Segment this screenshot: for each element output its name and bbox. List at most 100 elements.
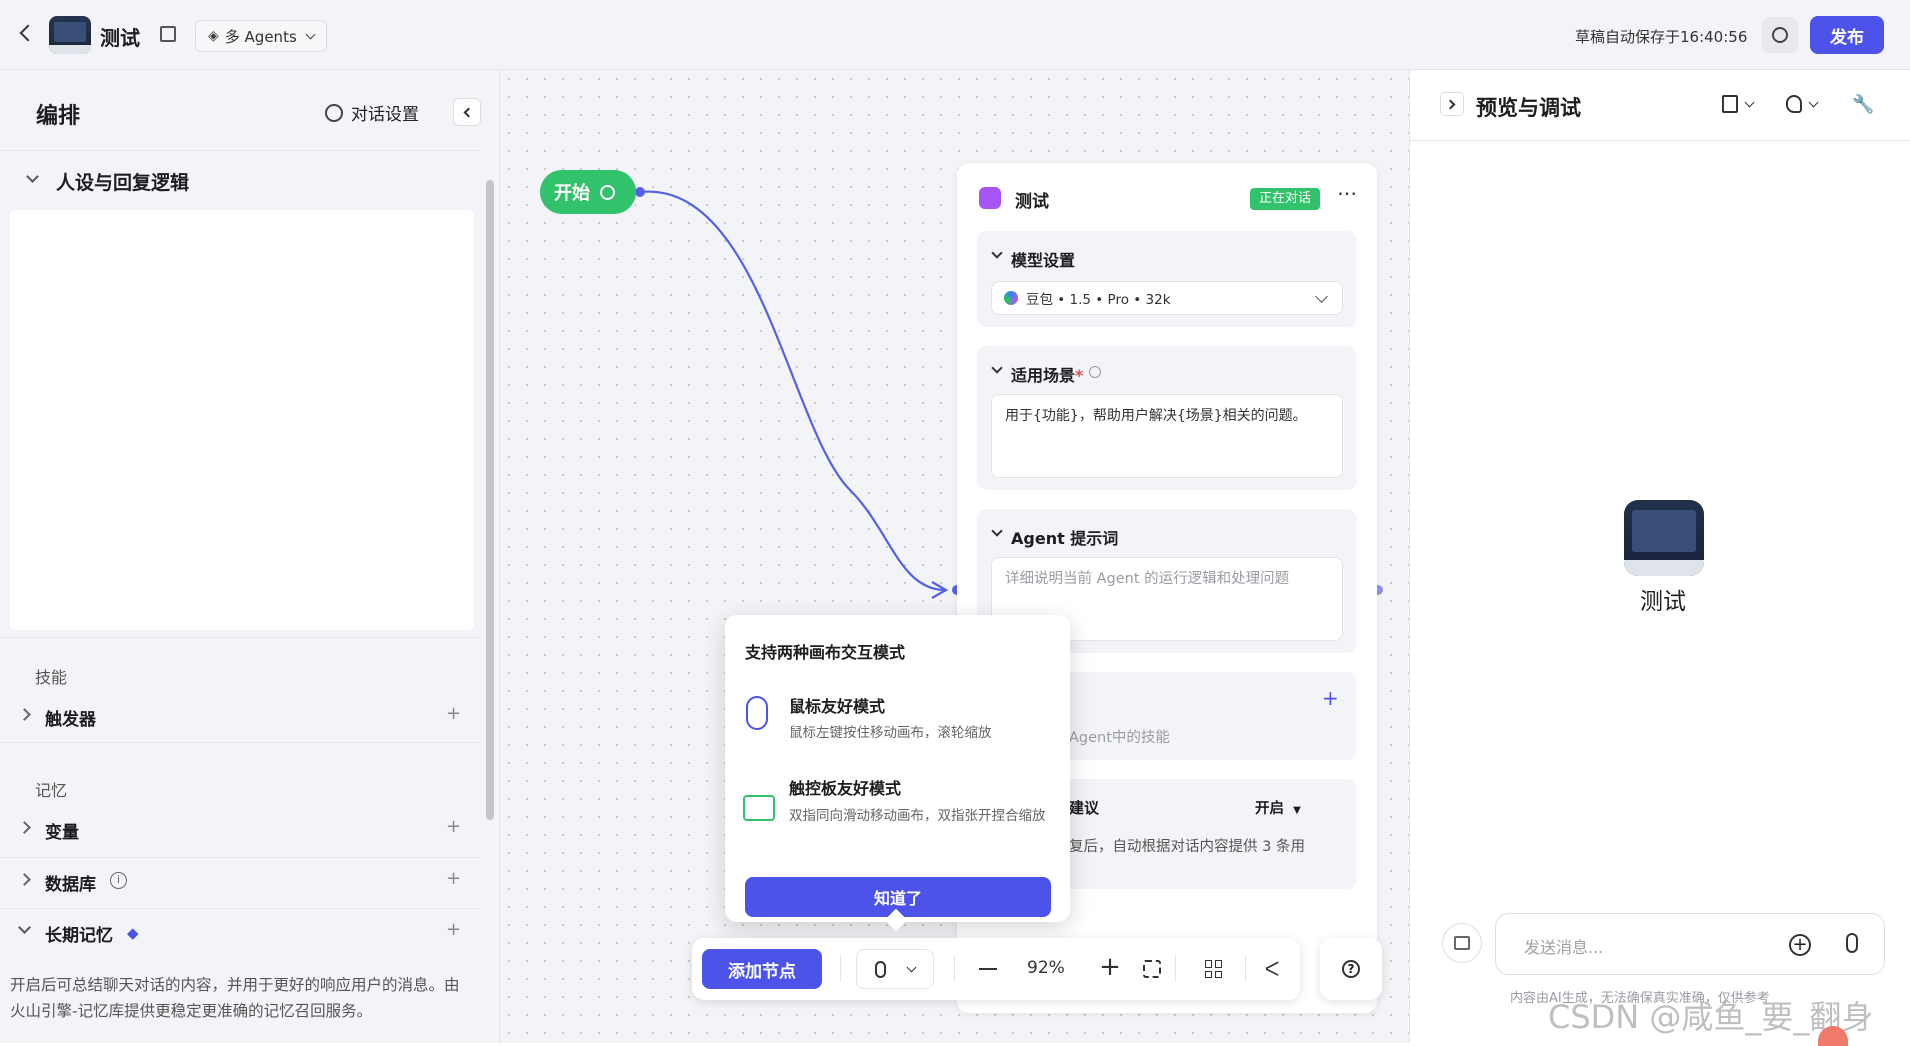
expand-panel-button[interactable] bbox=[1440, 92, 1464, 116]
skills-hint: Agent中的技能 bbox=[1069, 730, 1170, 746]
persona-section-title: 人设与回复逻辑 bbox=[56, 172, 190, 194]
add-long-memory-icon[interactable]: + bbox=[446, 919, 461, 940]
long-memory-label: 长期记忆 bbox=[45, 926, 113, 946]
scenario-section-title: 适用场景* bbox=[1011, 362, 1083, 386]
history-button[interactable] bbox=[1762, 17, 1798, 53]
model-value: 豆包 • 1.5 • Pro • 32k bbox=[1026, 292, 1171, 308]
add-variable-icon[interactable]: + bbox=[446, 816, 461, 837]
chevron-down-icon bbox=[1808, 97, 1819, 107]
scenario-textarea[interactable]: 用于{功能}，帮助用户解决{场景}相关的问题。 bbox=[991, 394, 1343, 478]
suggestion-toggle[interactable]: 开启 ▼ bbox=[1255, 797, 1301, 818]
mouse-icon bbox=[746, 696, 768, 730]
agent-node-icon bbox=[979, 187, 1001, 209]
popover-title: 支持两种画布交互模式 bbox=[745, 643, 906, 662]
add-skill-icon[interactable]: + bbox=[1322, 686, 1339, 710]
fit-view-icon[interactable] bbox=[1143, 960, 1161, 978]
divider bbox=[0, 857, 480, 858]
chevron-down-icon[interactable] bbox=[991, 247, 1003, 259]
preview-panel: 预览与调试 🔧 测试 发送消息... + 内容由AI生成，无法确保真实准确，仅供… bbox=[1409, 70, 1910, 1046]
document-settings-icon bbox=[1722, 95, 1738, 113]
chevron-down-icon[interactable] bbox=[991, 362, 1003, 374]
dialog-settings-button[interactable]: 对话设置 bbox=[325, 100, 419, 125]
grid-cell bbox=[1215, 970, 1222, 978]
panel-title: 编排 bbox=[36, 104, 81, 129]
persona-section-header[interactable]: 人设与回复逻辑 bbox=[0, 162, 480, 202]
microphone-icon[interactable] bbox=[1846, 933, 1858, 953]
chevron-down-icon bbox=[1744, 97, 1755, 107]
chevron-right-icon bbox=[18, 821, 31, 834]
suggestion-desc: 复后，自动根据对话内容提供 3 条用 bbox=[1069, 839, 1305, 855]
broom-icon bbox=[1454, 936, 1470, 950]
divider bbox=[1245, 956, 1246, 982]
prompt-section-title: Agent 提示词 bbox=[1011, 529, 1119, 548]
add-database-icon[interactable]: + bbox=[446, 868, 461, 889]
chevron-down-icon bbox=[906, 962, 917, 973]
edit-icon[interactable] bbox=[160, 26, 176, 42]
model-select[interactable]: 豆包 • 1.5 • Pro • 32k bbox=[991, 281, 1343, 315]
message-input-box[interactable]: 发送消息... + bbox=[1495, 913, 1885, 975]
bot-name: 测试 bbox=[1640, 589, 1686, 615]
publish-button[interactable]: 发布 bbox=[1810, 16, 1884, 54]
grid-cell bbox=[1205, 960, 1212, 968]
message-input[interactable]: 发送消息... bbox=[1524, 934, 1603, 958]
info-icon[interactable]: i bbox=[110, 872, 127, 889]
database-row[interactable]: 数据库 i + bbox=[0, 860, 480, 900]
connector-style-icon[interactable]: ᐸ bbox=[1261, 957, 1283, 981]
wrench-icon[interactable]: 🔧 bbox=[1852, 94, 1874, 115]
more-options-icon[interactable]: ⋯ bbox=[1337, 181, 1357, 205]
chevron-right-icon bbox=[1445, 99, 1456, 110]
divider bbox=[0, 742, 480, 743]
preview-title: 预览与调试 bbox=[1476, 96, 1581, 120]
clear-context-button[interactable] bbox=[1442, 923, 1482, 963]
trackpad-icon bbox=[743, 795, 775, 821]
info-icon[interactable] bbox=[1089, 366, 1101, 378]
persona-editor[interactable] bbox=[10, 210, 474, 630]
zoom-out-icon[interactable] bbox=[979, 968, 997, 970]
trigger-row[interactable]: 触发器 + bbox=[0, 695, 480, 735]
interaction-mode-popover: 支持两种画布交互模式 鼠标友好模式 鼠标左键按住移动画布，滚轮缩放 触控板友好模… bbox=[725, 615, 1070, 932]
grid-layout-icon[interactable] bbox=[1205, 960, 1223, 978]
zoom-in-icon[interactable]: + bbox=[1099, 952, 1121, 982]
trackpad-mode-title: 触控板友好模式 bbox=[789, 779, 902, 798]
add-trigger-icon[interactable]: + bbox=[446, 703, 461, 724]
divider bbox=[1410, 140, 1910, 141]
scenario-section: 适用场景* 用于{功能}，帮助用户解决{场景}相关的问题。 bbox=[977, 346, 1357, 490]
debug-view-menu[interactable] bbox=[1722, 95, 1755, 113]
zoom-level[interactable]: 92% bbox=[1027, 958, 1065, 978]
ear-icon bbox=[1786, 95, 1802, 113]
autosave-status: 草稿自动保存于16:40:56 bbox=[1575, 28, 1748, 46]
agents-mode-select[interactable]: ◈ 多 Agents bbox=[195, 20, 327, 52]
interaction-mode-select[interactable] bbox=[856, 949, 934, 989]
bot-avatar bbox=[49, 16, 91, 54]
model-settings-section: 模型设置 豆包 • 1.5 • Pro • 32k bbox=[977, 231, 1357, 327]
mouse-mode-title: 鼠标友好模式 bbox=[789, 697, 886, 716]
variables-row[interactable]: 变量 + bbox=[0, 808, 480, 848]
scrollbar[interactable] bbox=[486, 180, 494, 820]
back-icon[interactable] bbox=[19, 24, 37, 42]
chevron-down-icon bbox=[305, 29, 316, 39]
add-attachment-icon[interactable]: + bbox=[1789, 934, 1811, 956]
collapse-panel-button[interactable] bbox=[453, 98, 481, 126]
start-output-port bbox=[635, 187, 645, 197]
long-memory-description: 开启后可总结聊天对话的内容，并用于更好的响应用户的消息。由火山引擎-记忆库提供更… bbox=[10, 976, 460, 1020]
help-button[interactable]: ? bbox=[1320, 938, 1382, 1000]
memory-group-label: 记忆 bbox=[35, 781, 68, 800]
doubao-logo-icon bbox=[1004, 291, 1018, 305]
chevron-down-icon[interactable] bbox=[991, 525, 1003, 537]
trackpad-mode-option[interactable]: 触控板友好模式 双指同向滑动移动画布，双指张开捏合缩放 bbox=[743, 775, 1053, 855]
mouse-mode-desc: 鼠标左键按住移动画布，滚轮缩放 bbox=[789, 725, 992, 741]
start-node[interactable]: 开始 bbox=[540, 170, 636, 214]
voice-settings-menu[interactable] bbox=[1786, 95, 1819, 113]
trigger-label: 触发器 bbox=[45, 710, 96, 730]
add-node-button[interactable]: 添加节点 bbox=[702, 949, 822, 989]
mouse-mode-option[interactable]: 鼠标友好模式 鼠标左键按住移动画布，滚轮缩放 bbox=[743, 693, 1053, 753]
chevron-down-icon bbox=[1315, 290, 1328, 303]
gear-icon[interactable] bbox=[600, 184, 615, 200]
scenario-title-text: 适用场景 bbox=[1011, 366, 1076, 385]
canvas-toolbar: 添加节点 92% + ᐸ bbox=[692, 938, 1300, 1000]
skills-group-label: 技能 bbox=[35, 668, 68, 687]
divider bbox=[0, 908, 480, 909]
long-memory-row[interactable]: 长期记忆 ◆ + bbox=[0, 911, 480, 951]
chevron-down-icon bbox=[26, 170, 39, 183]
suggestion-title: 建议 bbox=[1069, 799, 1100, 817]
